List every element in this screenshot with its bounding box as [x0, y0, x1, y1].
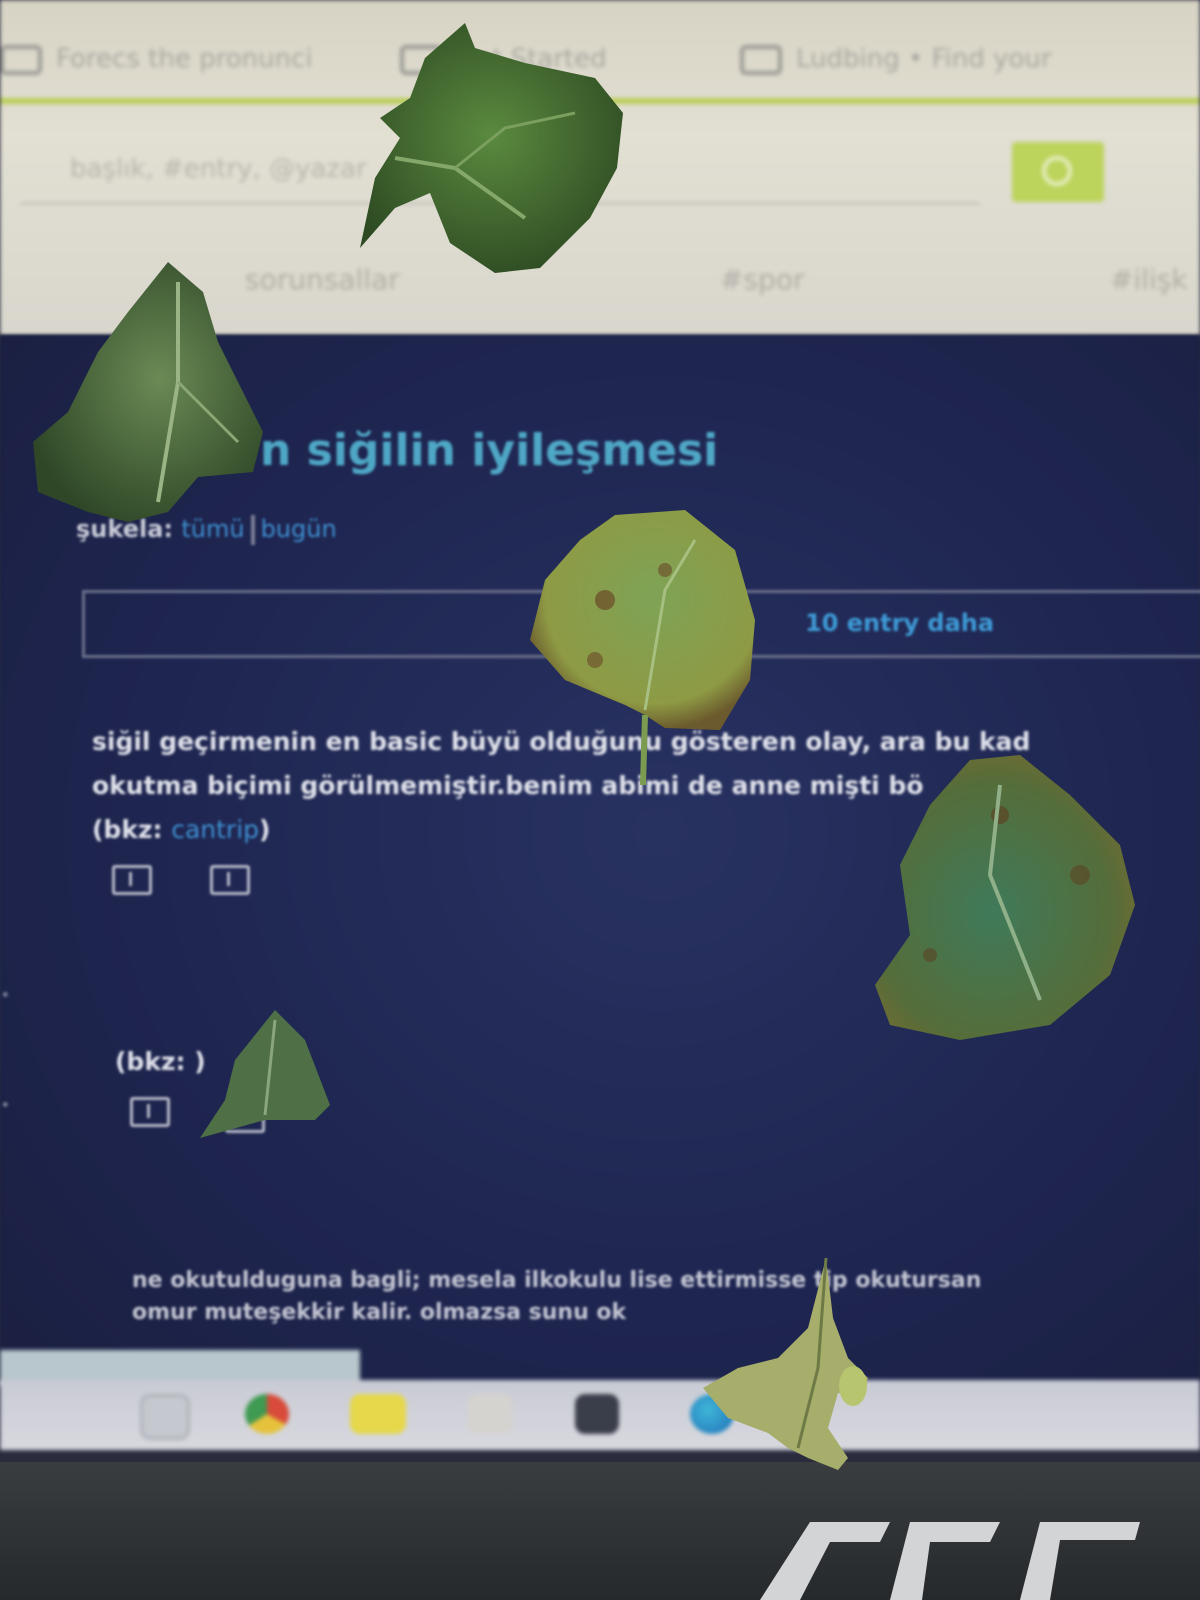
leaf-image [530, 510, 755, 785]
search-icon[interactable] [140, 1394, 190, 1440]
bkz-link[interactable]: cantrip [171, 815, 259, 844]
bookmark-item[interactable]: Forecs the pronunci [0, 44, 313, 75]
filter-today-link[interactable]: bugün [261, 515, 337, 543]
leaf-image [875, 755, 1135, 1040]
more-entries-label: 10 entry daha [805, 609, 995, 637]
bkz-prefix: (bkz: [115, 1047, 195, 1076]
search-placeholder: başlık, #entry, @yazar [70, 154, 367, 184]
bookmark-item[interactable]: Ludbing • Find your [740, 44, 1052, 75]
upvote-icon[interactable] [130, 1097, 170, 1127]
store-icon[interactable] [575, 1394, 619, 1434]
page-title[interactable]: n siğilin iyileşmesi [260, 425, 718, 476]
downvote-icon[interactable] [210, 865, 250, 895]
search-icon [1042, 156, 1072, 186]
bkz-prefix: (bkz: [92, 815, 172, 844]
brand-logo [760, 1522, 1140, 1600]
bookmark-icon [740, 44, 782, 75]
tab-iliskiler[interactable]: #ilişk [1110, 263, 1188, 296]
search-button[interactable] [1012, 142, 1104, 202]
tab-spor[interactable]: #spor [720, 263, 804, 296]
leaf-image [360, 23, 623, 273]
chrome-icon[interactable] [245, 1394, 289, 1434]
folder-icon[interactable] [350, 1394, 406, 1434]
upvote-icon[interactable] [112, 865, 152, 895]
bkz-suffix: ) [259, 815, 271, 844]
app-icon[interactable] [468, 1394, 512, 1434]
taskbar [0, 1380, 1200, 1450]
leaf-image [200, 1010, 330, 1138]
laptop-bezel [0, 1462, 1200, 1600]
photo-scene: Forecs the pronunci Get Started Ludbing … [0, 0, 1200, 1600]
sidebar-fragment: • [0, 1095, 11, 1116]
leaf-image [703, 1258, 868, 1470]
sidebar-fragment: • [0, 985, 11, 1006]
bookmark-icon [0, 44, 42, 75]
entry-content: (bkz: ) [115, 1040, 206, 1084]
leaf-image [33, 262, 263, 522]
